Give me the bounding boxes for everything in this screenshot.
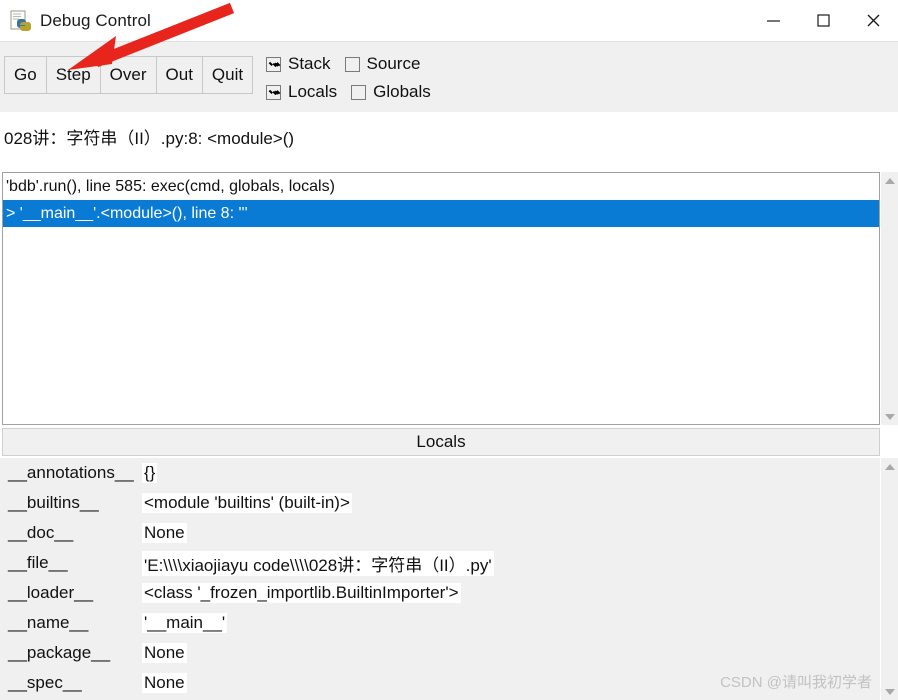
locals-scrollbar[interactable] xyxy=(881,458,898,700)
local-var-value: '__main__' xyxy=(142,613,228,633)
table-row[interactable]: __package__ None xyxy=(0,638,880,668)
local-var-value: None xyxy=(142,643,187,663)
checkbox-globals-box xyxy=(351,84,367,100)
stack-list[interactable]: 'bdb'.run(), line 585: exec(cmd, globals… xyxy=(2,172,880,425)
stack-scrollbar[interactable] xyxy=(881,172,898,425)
scroll-up-icon[interactable] xyxy=(881,172,898,189)
table-row[interactable]: __loader__ <class '_frozen_importlib.Bui… xyxy=(0,578,880,608)
scroll-down-icon[interactable] xyxy=(881,683,898,700)
local-var-value: {} xyxy=(142,463,158,483)
checkbox-source[interactable]: Source xyxy=(344,54,421,74)
checkbox-source-label: Source xyxy=(366,54,421,73)
scroll-up-icon[interactable] xyxy=(881,458,898,475)
over-button[interactable]: Over xyxy=(99,56,156,94)
checkbox-stack-box xyxy=(266,56,281,72)
stack-row[interactable]: > '__main__'.<module>(), line 8: ''' xyxy=(3,200,879,227)
debug-view-options: Stack Source Locals Globals xyxy=(266,50,526,106)
checkbox-globals[interactable]: Globals xyxy=(351,82,431,102)
step-button[interactable]: Step xyxy=(45,56,100,94)
current-frame-status: 028讲：字符串（II）.py:8: <module>() xyxy=(0,112,898,160)
table-row[interactable]: __annotations__ {} xyxy=(0,458,880,488)
table-row[interactable]: __builtins__ <module 'builtins' (built-i… xyxy=(0,488,880,518)
table-row[interactable]: __name__ '__main__' xyxy=(0,608,880,638)
debug-toolbar: Go Step Over Out Quit Stack Source Local… xyxy=(0,41,898,113)
local-var-value: None xyxy=(142,673,187,693)
quit-button[interactable]: Quit xyxy=(201,56,254,94)
minimize-icon[interactable] xyxy=(748,0,798,41)
local-var-value: <module 'builtins' (built-in)> xyxy=(142,493,352,513)
checkbox-stack[interactable]: Stack xyxy=(266,54,331,74)
checkbox-locals-label: Locals xyxy=(288,82,338,101)
stack-row[interactable]: 'bdb'.run(), line 585: exec(cmd, globals… xyxy=(3,173,879,200)
checkbox-globals-label: Globals xyxy=(373,82,431,101)
local-var-name: __builtins__ xyxy=(8,493,99,512)
table-row[interactable]: __doc__ None xyxy=(0,518,880,548)
local-var-name: __spec__ xyxy=(8,673,82,692)
local-var-value: 'E:\\\\xiaojiayu code\\\\028讲：字符串（II）.py… xyxy=(142,550,494,576)
local-var-name: __annotations__ xyxy=(8,463,134,482)
go-button[interactable]: Go xyxy=(4,56,46,94)
window-title: Debug Control xyxy=(40,10,151,30)
local-var-name: __doc__ xyxy=(8,523,74,542)
checkbox-locals-box xyxy=(266,84,281,100)
scroll-down-icon[interactable] xyxy=(881,408,898,425)
checkbox-locals[interactable]: Locals xyxy=(266,82,337,102)
locals-table[interactable]: __annotations__ {} __builtins__ <module … xyxy=(0,458,880,700)
local-var-value: <class '_frozen_importlib.BuiltinImporte… xyxy=(142,583,461,603)
close-icon[interactable] xyxy=(848,0,898,41)
table-row[interactable]: __file__ 'E:\\\\xiaojiayu code\\\\028讲：字… xyxy=(0,548,880,578)
table-row[interactable]: __spec__ None xyxy=(0,668,880,698)
maximize-icon[interactable] xyxy=(798,0,848,41)
window-controls xyxy=(748,0,898,41)
python-file-icon xyxy=(10,10,32,32)
out-button[interactable]: Out xyxy=(155,56,202,94)
checkbox-stack-label: Stack xyxy=(288,54,331,73)
local-var-name: __loader__ xyxy=(8,583,94,602)
local-var-value: None xyxy=(142,523,187,543)
locals-header: Locals xyxy=(2,428,880,456)
debug-button-row: Go Step Over Out Quit xyxy=(4,56,254,94)
local-var-name: __file__ xyxy=(8,553,68,572)
checkbox-source-box xyxy=(344,56,360,72)
local-var-name: __package__ xyxy=(8,643,111,662)
title-bar: Debug Control xyxy=(0,0,898,41)
local-var-name: __name__ xyxy=(8,613,89,632)
